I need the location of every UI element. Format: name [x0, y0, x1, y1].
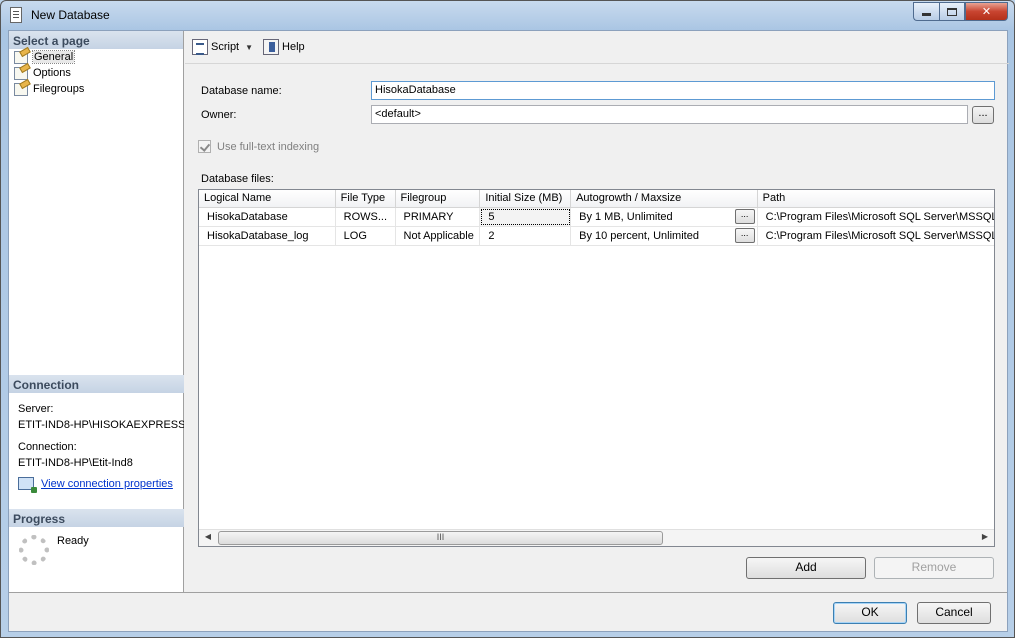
view-connection-properties[interactable]: View connection properties: [9, 471, 184, 496]
cell-path[interactable]: C:\Program Files\Microsoft SQL Server\MS…: [758, 208, 994, 226]
connection-value: ETIT-IND8-HP\Etit-Ind8: [18, 457, 133, 469]
cell-autogrowth[interactable]: By 10 percent, Unlimited ...: [571, 227, 758, 245]
database-name-input[interactable]: HisokaDatabase: [371, 81, 995, 100]
cell-autogrowth[interactable]: By 1 MB, Unlimited ...: [571, 208, 758, 226]
cell-initial-size[interactable]: 2: [480, 227, 572, 245]
column-header-filegroup[interactable]: Filegroup: [396, 190, 481, 207]
column-header-autogrowth[interactable]: Autogrowth / Maxsize: [571, 190, 758, 207]
column-header-logical-name[interactable]: Logical Name: [199, 190, 336, 207]
ok-button[interactable]: OK: [833, 602, 907, 624]
connection-properties-icon: [18, 477, 37, 493]
close-icon: ✕: [981, 6, 992, 18]
table-row[interactable]: HisokaDatabase ROWS... PRIMARY 5 By 1 MB…: [199, 208, 994, 227]
fulltext-indexing-label: Use full-text indexing: [217, 140, 320, 153]
cell-initial-size[interactable]: 5: [480, 208, 572, 226]
page-icon: [14, 50, 28, 64]
column-header-path[interactable]: Path: [758, 190, 994, 207]
scroll-right-icon[interactable]: ▶: [978, 532, 992, 544]
close-button[interactable]: ✕: [965, 2, 1008, 21]
progress-status: Ready: [57, 535, 89, 547]
minimize-button[interactable]: [913, 2, 939, 21]
footer-divider: [9, 592, 1007, 593]
page-icon: [14, 66, 28, 80]
server-label: Server:: [18, 403, 54, 415]
owner-input[interactable]: <default>: [371, 105, 968, 124]
help-button[interactable]: Help: [263, 39, 305, 55]
owner-label: Owner:: [201, 109, 237, 121]
database-files-label: Database files:: [201, 173, 274, 185]
connection-heading: Connection: [9, 375, 184, 393]
view-connection-properties-link[interactable]: View connection properties: [41, 478, 173, 490]
page-item-options[interactable]: Options: [9, 65, 183, 81]
script-label: Script: [211, 41, 240, 53]
page-item-filegroups[interactable]: Filegroups: [9, 81, 183, 97]
progress-section: Progress Ready: [9, 509, 184, 573]
left-pane: Select a page General Options Filegroups…: [9, 31, 184, 592]
cell-filegroup[interactable]: PRIMARY: [396, 208, 481, 226]
add-button[interactable]: Add: [746, 557, 866, 579]
cancel-button[interactable]: Cancel: [917, 602, 991, 624]
autogrowth-edit-button[interactable]: ...: [734, 209, 755, 224]
column-header-file-type[interactable]: File Type: [336, 190, 396, 207]
database-files-grid[interactable]: Logical Name File Type Filegroup Initial…: [198, 189, 995, 547]
progress-spinner-icon: [19, 535, 49, 565]
fulltext-indexing-checkbox[interactable]: [198, 140, 211, 153]
chevron-down-icon[interactable]: ▼: [245, 43, 253, 52]
maximize-icon: [947, 7, 957, 16]
minimize-icon: [922, 13, 931, 16]
cell-autogrowth-text: By 1 MB, Unlimited: [579, 211, 673, 223]
scrollbar-thumb[interactable]: III: [218, 531, 663, 545]
page-item-label: Filegroups: [33, 83, 85, 95]
connection-section: Connection Server: ETIT-IND8-HP\HISOKAEX…: [9, 375, 184, 496]
window-title: New Database: [31, 8, 110, 22]
column-header-initial-size[interactable]: Initial Size (MB): [480, 190, 572, 207]
database-icon: [10, 7, 22, 23]
cell-file-type[interactable]: LOG: [336, 227, 396, 245]
help-icon: [263, 39, 280, 55]
connection-label: Connection:: [18, 441, 77, 453]
cell-filegroup[interactable]: Not Applicable: [396, 227, 481, 245]
page-item-label: General: [31, 50, 76, 64]
page-item-label: Options: [33, 67, 71, 79]
maximize-button[interactable]: [939, 2, 965, 21]
select-page-heading: Select a page: [9, 31, 183, 49]
dialog-client-area: Select a page General Options Filegroups…: [8, 30, 1009, 632]
page-item-general[interactable]: General: [9, 49, 183, 65]
fulltext-indexing-row[interactable]: Use full-text indexing: [198, 140, 319, 153]
script-icon: [192, 39, 208, 55]
cell-logical-name[interactable]: HisokaDatabase_log: [199, 227, 336, 245]
table-row[interactable]: HisokaDatabase_log LOG Not Applicable 2 …: [199, 227, 994, 246]
cell-file-type[interactable]: ROWS...: [336, 208, 396, 226]
page-icon: [14, 82, 28, 96]
cell-autogrowth-text: By 10 percent, Unlimited: [579, 230, 699, 242]
grid-header: Logical Name File Type Filegroup Initial…: [199, 190, 994, 208]
toolbar: Script ▼ Help: [185, 31, 1009, 64]
database-name-label: Database name:: [201, 85, 282, 97]
new-database-window: New Database ✕ Select a page General Opt…: [0, 0, 1015, 638]
cell-logical-name[interactable]: HisokaDatabase: [199, 208, 336, 226]
progress-heading: Progress: [9, 509, 184, 527]
title-bar[interactable]: New Database ✕: [1, 1, 1014, 30]
autogrowth-edit-button[interactable]: ...: [734, 228, 755, 243]
cell-path[interactable]: C:\Program Files\Microsoft SQL Server\MS…: [758, 227, 994, 245]
scroll-left-icon[interactable]: ◀: [201, 532, 215, 544]
horizontal-scrollbar[interactable]: ◀ III ▶: [199, 529, 994, 546]
script-button[interactable]: Script ▼: [192, 39, 253, 55]
remove-button[interactable]: Remove: [874, 557, 994, 579]
server-value: ETIT-IND8-HP\HISOKAEXPRESS: [18, 419, 184, 431]
owner-browse-button[interactable]: ...: [972, 106, 994, 124]
help-label: Help: [282, 41, 305, 53]
